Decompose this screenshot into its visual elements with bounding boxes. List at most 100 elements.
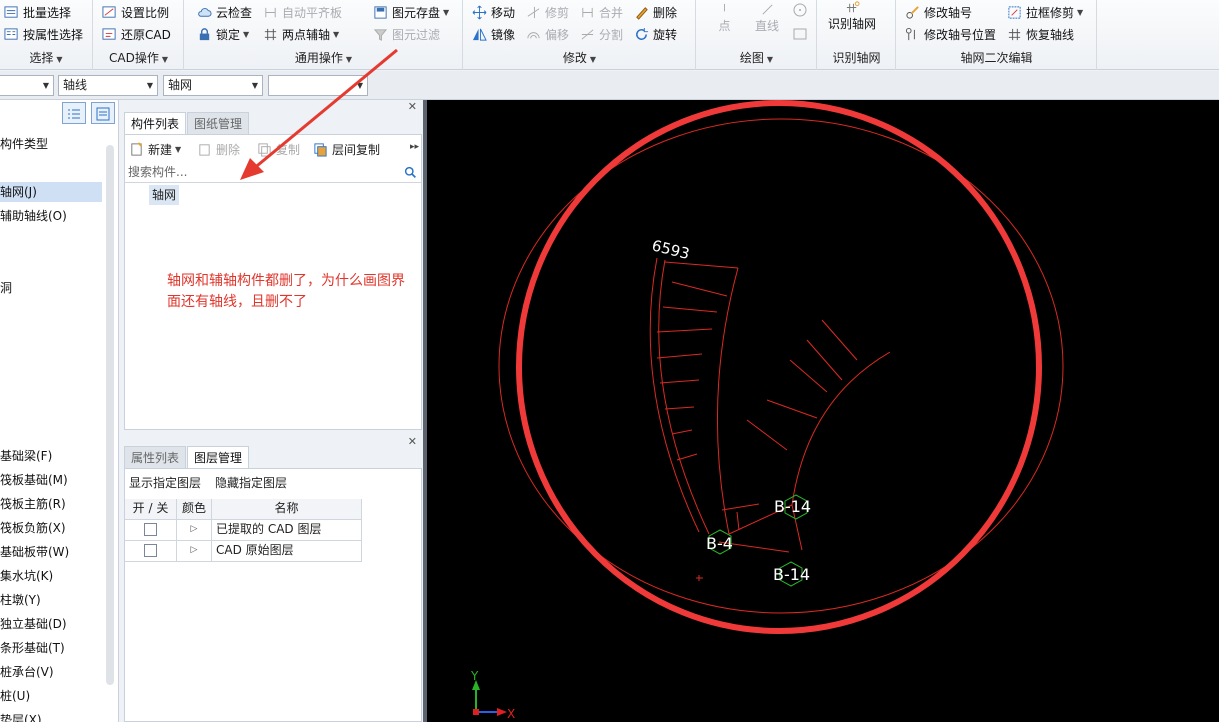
sidebar-item-raft-neg-rebar[interactable]: 筏板负筋(X) xyxy=(0,518,66,538)
sidebar-item-raft[interactable]: 筏板基础(M) xyxy=(0,470,68,490)
group-title-modify[interactable]: 修改 ▼ xyxy=(464,49,695,66)
delete-button[interactable]: 删除 xyxy=(634,2,677,22)
expand-arrow-icon[interactable]: ▷ xyxy=(191,524,198,534)
sidebar-item-isolated-footing[interactable]: 独立基础(D) xyxy=(0,614,67,634)
category-combo[interactable]: 轴线 ▼ xyxy=(58,75,158,96)
sidebar-item-column-pier[interactable]: 柱墩(Y) xyxy=(0,590,41,610)
layer-toggle-checkbox[interactable] xyxy=(144,544,157,557)
axis-pos-icon xyxy=(905,27,915,40)
layer-toggle-checkbox[interactable] xyxy=(144,523,157,536)
auto-flat-button[interactable]: 自动平齐板 xyxy=(263,2,342,22)
save-element-button[interactable]: 图元存盘 ▼ xyxy=(373,2,449,22)
sidebar-item-aux-axis[interactable]: 辅助轴线(O) xyxy=(0,206,67,226)
merge-icon xyxy=(582,7,593,17)
component-type-panel: 构件类型 轴网(J) 辅助轴线(O) 洞 基础梁(F) 筏板基础(M) 筏板主筋… xyxy=(0,100,119,722)
sidebar-item-sump[interactable]: 集水坑(K) xyxy=(0,566,53,586)
trim-icon xyxy=(527,6,540,18)
mirror-button[interactable]: 镜像 xyxy=(472,24,515,44)
detail-view-button[interactable] xyxy=(91,102,115,124)
sidebar-item-strip-footing[interactable]: 条形基础(T) xyxy=(0,638,65,658)
show-layer-button[interactable]: 显示指定图层 xyxy=(129,472,201,492)
close-icon[interactable]: ✕ xyxy=(408,435,417,448)
mirror-icon xyxy=(472,28,487,41)
draw-rect-icon[interactable] xyxy=(792,26,808,42)
group-title-common[interactable]: 通用操作 ▼ xyxy=(185,49,462,66)
cloud-check-button[interactable]: 云检查 xyxy=(197,2,252,22)
floor-copy-button[interactable]: 层间复制 xyxy=(313,139,380,159)
ribbon-group-recognize: 识别轴网 识别轴网 xyxy=(818,0,896,70)
table-row[interactable]: ▷ 已提取的 CAD 图层 xyxy=(125,520,362,541)
drawing-canvas[interactable]: 6593 B-14 B-4 B-14 Y X xyxy=(427,100,1219,722)
delete-icon xyxy=(199,143,210,156)
lock-button[interactable]: 锁定 ▼ xyxy=(197,24,249,44)
box-trim-button[interactable]: 拉框修剪 ▼ xyxy=(1007,2,1083,22)
tab-layer-manage[interactable]: 图层管理 xyxy=(187,446,250,468)
search-icon[interactable] xyxy=(404,166,417,179)
search-input[interactable]: 搜索构件... xyxy=(125,163,421,183)
recognize-grid-button[interactable]: 识别轴网 xyxy=(828,0,876,36)
modify-axis-no-button[interactable]: 修改轴号 xyxy=(905,2,972,22)
detail-icon xyxy=(96,107,110,121)
tab-component-list[interactable]: 构件列表 xyxy=(124,112,187,134)
move-button[interactable]: 移动 xyxy=(472,2,515,22)
element-filter-button[interactable]: 图元过滤 xyxy=(373,24,440,44)
sidebar-item-raft-main-rebar[interactable]: 筏板主筋(R) xyxy=(0,494,66,514)
component-combo[interactable]: ▼ xyxy=(268,75,368,96)
split-icon xyxy=(581,28,594,40)
two-point-axis-icon xyxy=(264,28,277,40)
annotation-text: 轴网和辅轴构件都删了，为什么画图界面还有轴线，且删不了 xyxy=(167,273,405,310)
ucs-axis-icon: Y X xyxy=(470,669,515,721)
sidebar-item-foundation-beam[interactable]: 基础梁(F) xyxy=(0,446,52,466)
layer-box: 显示指定图层 隐藏指定图层 开 / 关 颜色 名称 ▷ 已提取的 CAD 图层 … xyxy=(124,468,422,722)
draw-circle-icon[interactable] xyxy=(792,2,808,18)
rotate-button[interactable]: 旋转 xyxy=(634,24,677,44)
restore-axis-icon xyxy=(1008,28,1021,40)
sidebar-item-cushion[interactable]: 垫层(X) xyxy=(0,710,42,722)
tree-item-grid[interactable]: 轴网 xyxy=(149,185,180,205)
merge-button[interactable]: 合并 xyxy=(580,2,623,22)
layer-name: CAD 原始图层 xyxy=(212,541,362,562)
restore-axis-button[interactable]: 恢复轴线 xyxy=(1007,24,1074,44)
move-icon xyxy=(472,5,487,19)
sidebar-item-grid[interactable]: 轴网(J) xyxy=(0,182,102,202)
batch-select-button[interactable]: 批量选择 xyxy=(4,2,71,22)
scrollbar[interactable] xyxy=(106,145,114,685)
table-row[interactable]: ▷ CAD 原始图层 xyxy=(125,541,362,562)
sidebar-item-slab-strip[interactable]: 基础板带(W) xyxy=(0,542,69,562)
restore-cad-button[interactable]: 还原CAD xyxy=(102,24,171,44)
expand-arrow-icon[interactable]: ▷ xyxy=(191,545,198,555)
type-combo[interactable]: 轴网 ▼ xyxy=(163,75,263,96)
split-button[interactable]: 分割 xyxy=(580,24,623,44)
set-scale-button[interactable]: 设置比例 xyxy=(102,2,169,22)
close-icon[interactable]: ✕ xyxy=(408,100,417,113)
sidebar-item-pile[interactable]: 桩(U) xyxy=(0,686,30,706)
delete-component-button[interactable]: 删除 xyxy=(197,139,240,159)
group-title-select[interactable]: 选择 ▼ xyxy=(0,49,92,66)
offset-button[interactable]: 偏移 xyxy=(526,24,569,44)
more-icon[interactable]: ▸▸ xyxy=(410,142,419,152)
col-name: 名称 xyxy=(212,499,362,520)
floor-combo[interactable]: ▼ xyxy=(0,75,54,96)
component-list-box: 新建 ▼ 删除 复制 层间复制 ▸▸ 搜索构件... 轴网 轴网和辅轴构件都删了，… xyxy=(124,134,422,430)
modify-axis-pos-button[interactable]: 修改轴号位置 xyxy=(905,24,996,44)
attr-select-button[interactable]: 按属性选择 xyxy=(4,24,83,44)
group-title-cad[interactable]: CAD操作 ▼ xyxy=(94,49,183,66)
copy-button[interactable]: 复制 xyxy=(257,139,300,159)
draw-line-button[interactable]: 直线 xyxy=(755,2,779,38)
tab-drawing-manage[interactable]: 图纸管理 xyxy=(187,112,250,134)
recognize-grid-icon xyxy=(846,1,860,13)
sidebar-item-hole[interactable]: 洞 xyxy=(0,278,12,298)
new-button[interactable]: 新建 ▼ xyxy=(129,139,181,159)
draw-point-button[interactable]: 点 xyxy=(717,2,732,38)
save-element-icon xyxy=(374,5,387,19)
trim-button[interactable]: 修剪 xyxy=(526,2,569,22)
axis-label-b14-top: B-14 xyxy=(774,497,811,516)
hide-layer-button[interactable]: 隐藏指定图层 xyxy=(215,472,287,492)
group-title-draw[interactable]: 绘图 ▼ xyxy=(697,49,816,66)
restore-cad-icon xyxy=(102,27,116,40)
sidebar-item-pile-cap[interactable]: 桩承台(V) xyxy=(0,662,54,682)
list-view-button[interactable] xyxy=(62,102,86,124)
copy-icon xyxy=(258,142,271,157)
two-point-axis-button[interactable]: 两点辅轴 ▼ xyxy=(263,24,339,44)
tab-property-list[interactable]: 属性列表 xyxy=(124,446,187,468)
